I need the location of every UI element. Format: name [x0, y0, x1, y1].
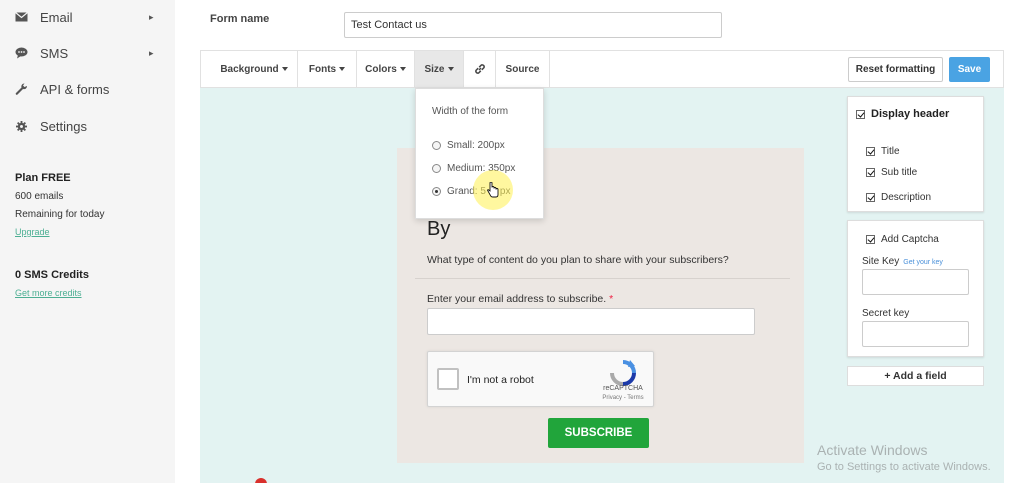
display-header-toggle[interactable]: Display header — [856, 108, 949, 120]
recaptcha-logo-icon — [610, 360, 636, 386]
secret-key-input[interactable] — [862, 321, 969, 347]
radio-checked-icon[interactable] — [432, 187, 441, 196]
checkbox-icon[interactable] — [856, 109, 865, 119]
sidebar-item-label: Email — [40, 9, 73, 25]
sidebar-item-api-forms[interactable]: API & forms — [0, 74, 175, 104]
activate-windows-subtitle: Go to Settings to activate Windows. — [817, 461, 991, 473]
email-field-label: Enter your email address to subscribe. * — [427, 293, 613, 305]
sms-credits-info: 0 SMS Credits Get more credits — [15, 269, 89, 299]
checkbox-icon[interactable] — [866, 235, 875, 244]
get-more-credits-link[interactable]: Get more credits — [15, 288, 82, 298]
add-field-button[interactable]: + Add a field — [847, 366, 984, 386]
chat-bubble-icon — [14, 46, 28, 60]
size-option-small[interactable]: Small: 200px — [432, 140, 505, 151]
checkbox-icon[interactable] — [866, 147, 875, 156]
caret-down-icon — [281, 67, 288, 71]
display-header-label: Display header — [871, 108, 950, 120]
display-header-panel: Display header Title Sub title Descripti… — [847, 96, 984, 212]
wrench-icon — [14, 82, 28, 96]
sidebar-item-settings[interactable]: Settings — [0, 111, 175, 141]
sidebar-item-sms[interactable]: SMS ▸ — [0, 38, 175, 68]
radio-icon[interactable] — [432, 164, 441, 173]
subscribe-button[interactable]: SUBSCRIBE — [548, 418, 649, 448]
background-label: Background — [220, 63, 279, 75]
checkbox-icon[interactable] — [866, 193, 875, 202]
site-key-label: Site Key Get your key — [862, 256, 943, 267]
fonts-dropdown[interactable]: Fonts — [298, 51, 357, 87]
form-description[interactable]: What type of content do you plan to shar… — [427, 254, 729, 266]
recaptcha-widget: I'm not a robot reCAPTCHA Privacy - Term… — [427, 351, 654, 407]
title-option-label: Title — [881, 146, 900, 157]
subtitle-toggle[interactable]: Sub title — [866, 167, 917, 178]
colors-dropdown[interactable]: Colors — [357, 51, 415, 87]
add-captcha-toggle[interactable]: Add Captcha — [866, 234, 939, 245]
background-dropdown[interactable]: Background — [211, 51, 298, 87]
plan-remaining: Remaining for today — [15, 209, 105, 220]
reset-formatting-button[interactable]: Reset formatting — [848, 57, 943, 82]
sidebar-item-label: SMS — [40, 45, 69, 61]
caret-down-icon — [447, 67, 454, 71]
size-dropdown[interactable]: Size — [415, 51, 464, 87]
source-button[interactable]: Source — [496, 51, 550, 87]
sms-credits-title: 0 SMS Credits — [15, 269, 89, 281]
recaptcha-brand: reCAPTCHA — [603, 385, 643, 392]
title-toggle[interactable]: Title — [866, 146, 900, 157]
site-key-text: Site Key — [862, 256, 900, 267]
fonts-label: Fonts — [308, 63, 337, 75]
sidebar: Email ▸ SMS ▸ API & forms Settings Plan … — [0, 0, 175, 483]
caret-down-icon — [339, 67, 346, 71]
link-button[interactable] — [464, 51, 496, 87]
site-key-input[interactable] — [862, 269, 969, 295]
radio-icon[interactable] — [432, 141, 441, 150]
save-button[interactable]: Save — [949, 57, 990, 82]
gear-icon — [14, 119, 28, 133]
activate-windows-title: Activate Windows — [817, 442, 928, 458]
required-mark: * — [609, 293, 614, 305]
source-label: Source — [505, 63, 540, 75]
email-label-text: Enter your email address to subscribe. — [427, 293, 607, 305]
plan-emails: 600 emails — [15, 191, 64, 202]
description-toggle[interactable]: Description — [866, 192, 931, 203]
recaptcha-checkbox[interactable] — [437, 368, 459, 390]
captcha-panel: Add Captcha Site Key Get your key Secret … — [847, 220, 984, 357]
sidebar-item-label: API & forms — [40, 81, 110, 97]
email-field[interactable] — [427, 308, 755, 335]
plan-info: Plan FREE 600 emails Remaining for today… — [15, 172, 105, 238]
record-indicator — [255, 478, 267, 483]
size-label: Size — [424, 63, 445, 75]
recaptcha-links[interactable]: Privacy - Terms — [598, 395, 648, 401]
envelope-icon — [14, 10, 28, 24]
form-subtitle[interactable]: By — [427, 218, 450, 241]
get-your-key-link[interactable]: Get your key — [903, 259, 943, 266]
secret-key-label: Secret key — [862, 308, 910, 319]
chevron-right-icon: ▸ — [149, 11, 154, 22]
plan-title: Plan FREE — [15, 172, 71, 184]
upgrade-link[interactable]: Upgrade — [15, 227, 50, 237]
sidebar-item-label: Settings — [40, 118, 87, 134]
hand-cursor-icon — [487, 181, 499, 202]
option-label: Small: 200px — [447, 140, 505, 151]
colors-label: Colors — [365, 63, 397, 75]
description-option-label: Description — [881, 192, 932, 203]
subtitle-option-label: Sub title — [881, 167, 918, 178]
add-captcha-label: Add Captcha — [881, 234, 939, 245]
divider — [415, 278, 790, 279]
caret-down-icon — [399, 67, 406, 71]
editor-toolbar: Background Fonts Colors Size Source Rese… — [200, 50, 1004, 88]
link-icon — [474, 64, 485, 74]
chevron-right-icon: ▸ — [149, 47, 154, 58]
form-name-label: Form name — [210, 13, 270, 25]
size-menu-title: Width of the form — [432, 106, 509, 117]
recaptcha-label: I'm not a robot — [467, 374, 534, 386]
form-name-input[interactable] — [344, 12, 722, 38]
checkbox-icon[interactable] — [866, 168, 875, 177]
sidebar-item-email[interactable]: Email ▸ — [0, 2, 175, 32]
